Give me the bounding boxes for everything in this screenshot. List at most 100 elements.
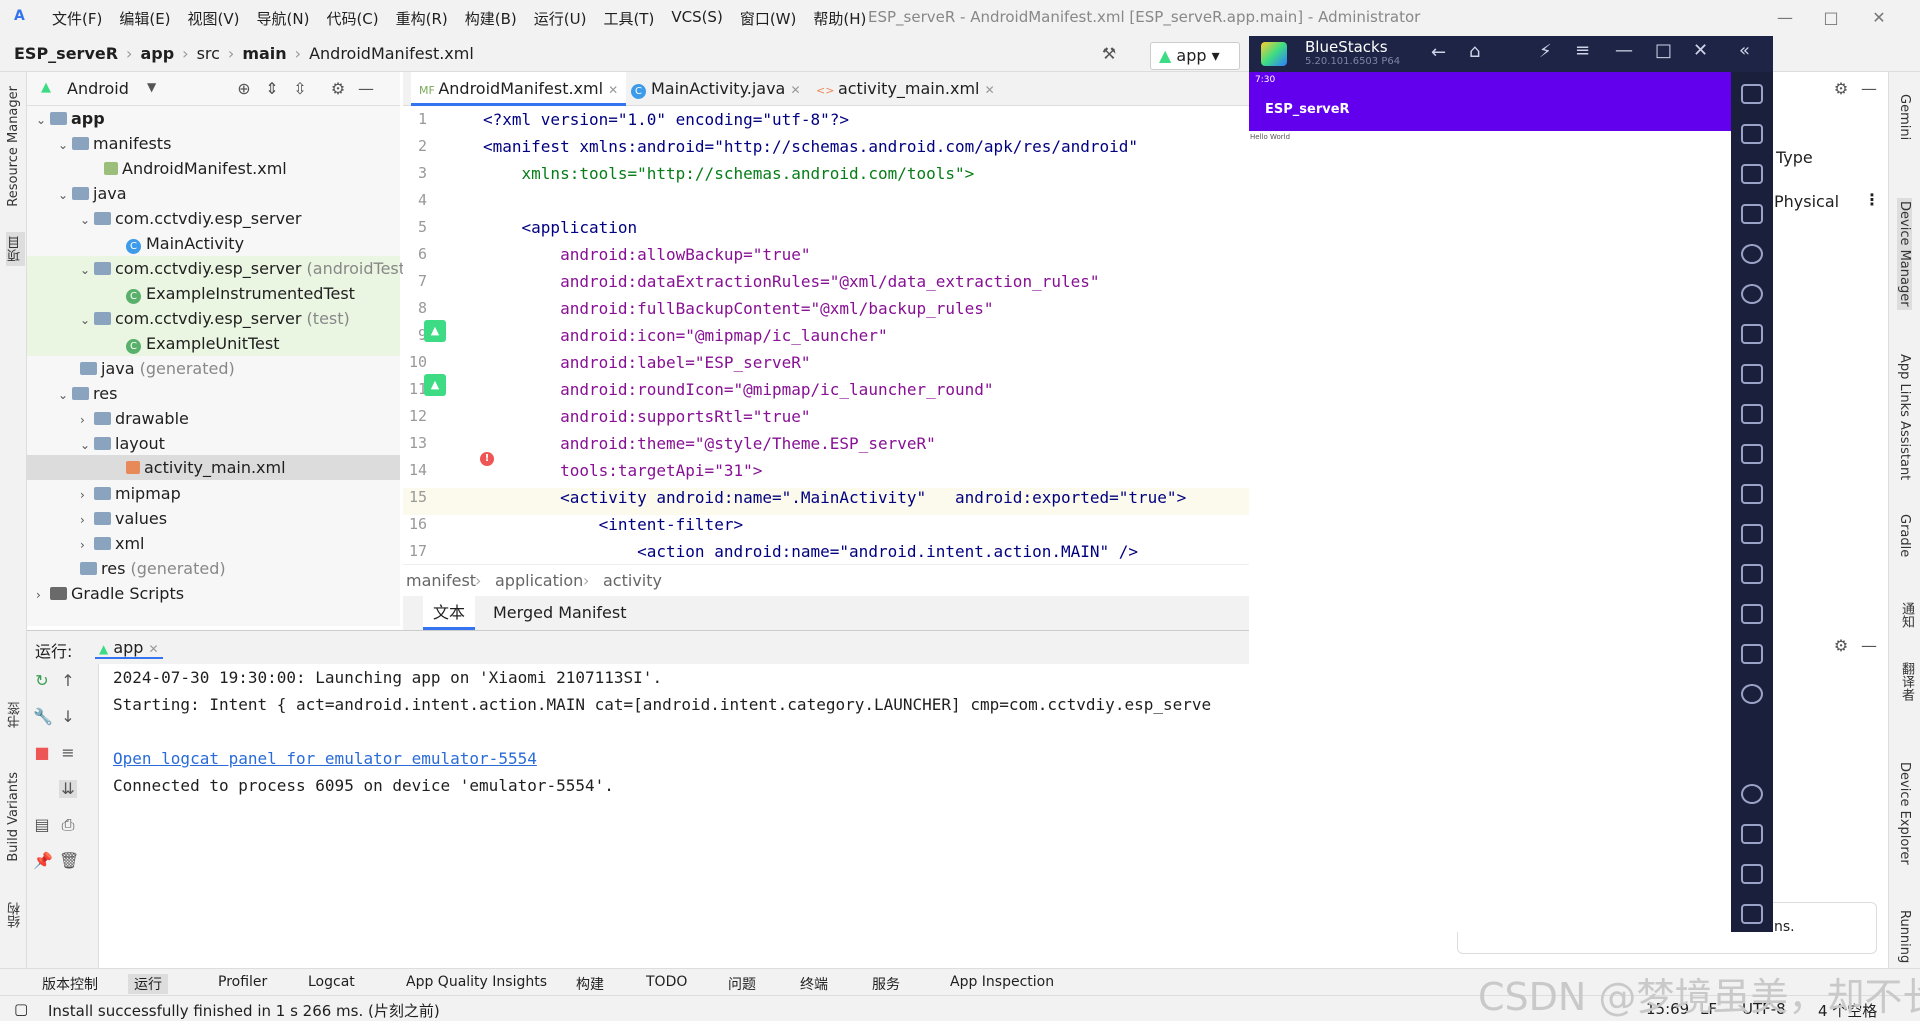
hide-panel-icon[interactable]: — [1860, 637, 1878, 655]
tree-node-package-androidtest[interactable]: ⌄ com.cctvdiy.esp_server (androidTest) [80, 256, 411, 281]
project-tab[interactable]: 项目 [6, 232, 25, 266]
settings-icon[interactable] [1741, 784, 1763, 804]
menu-file[interactable]: 文件(F) [52, 8, 102, 29]
run-tab-app[interactable]: ▲ app ✕ [95, 638, 163, 659]
tree-node-java[interactable]: ⌄ java [58, 181, 127, 206]
rerun-icon[interactable]: ↻ [33, 672, 51, 690]
window-maximize-button[interactable]: □ [1808, 4, 1854, 32]
tree-node-mainactivity[interactable]: C MainActivity [126, 231, 244, 256]
gradle-tab[interactable]: Gradle [1897, 514, 1912, 557]
tool-profiler[interactable]: Profiler [218, 974, 267, 990]
menu-code[interactable]: 代码(C) [326, 8, 378, 29]
eco-mode-icon[interactable]: ⚡ [1539, 41, 1552, 62]
tool-build[interactable]: 构建 [576, 974, 604, 994]
rotate-icon[interactable] [1741, 564, 1763, 584]
tree-node-package[interactable]: ⌄ com.cctvdiy.esp_server [80, 206, 301, 231]
app-links-tab[interactable]: App Links Assistant [1897, 354, 1912, 480]
emulator-screen[interactable] [1249, 72, 1731, 932]
gear-icon[interactable]: ⚙ [329, 80, 347, 98]
tool-todo[interactable]: TODO [646, 974, 687, 990]
device-manager-tab[interactable]: Device Manager [1897, 198, 1912, 310]
chevron-down-icon[interactable]: ▼ [147, 80, 156, 94]
tree-node-mipmap[interactable]: › mipmap [80, 481, 181, 506]
notifications-tab[interactable]: 通知 [1897, 602, 1916, 628]
tree-node-unit-test[interactable]: C ExampleUnitTest [126, 331, 280, 356]
build-variants-tab[interactable]: Build Variants [6, 772, 21, 862]
tree-node-app[interactable]: ⌄ app [36, 106, 105, 131]
expand-all-icon[interactable]: ⇕ [263, 80, 281, 98]
erase-icon[interactable] [1741, 604, 1763, 624]
menu-view[interactable]: 视图(V) [188, 8, 240, 29]
xml-crumb-manifest[interactable]: manifest [406, 571, 476, 590]
sync-icon[interactable] [1741, 284, 1763, 304]
close-icon[interactable]: ✕ [149, 642, 159, 656]
tree-node-layout[interactable]: ⌄ layout [80, 431, 165, 456]
gear-icon[interactable]: ⚙ [1832, 80, 1850, 98]
airplane-icon[interactable] [1741, 524, 1763, 544]
logcat-link[interactable]: Open logcat panel for emulator emulator-… [113, 749, 537, 768]
tool-terminal[interactable]: 终端 [800, 974, 828, 994]
tree-node-xml[interactable]: › xml [80, 531, 145, 556]
breadcrumb-project[interactable]: ESP_serveR [14, 44, 118, 63]
window-close-button[interactable]: ✕ [1856, 4, 1902, 32]
run-config-select[interactable]: ▲ app ▾ [1150, 42, 1240, 70]
tab-text[interactable]: 文本 [423, 596, 476, 630]
collapse-all-icon[interactable]: ⇳ [291, 80, 309, 98]
bookmarks-tab[interactable]: 书签 [6, 702, 25, 728]
tree-node-activity-main[interactable]: activity_main.xml [126, 455, 286, 480]
up-arrow-icon[interactable]: ↑ [59, 672, 77, 690]
gemini-tab[interactable]: Gemini [1897, 94, 1912, 140]
soft-wrap-icon[interactable]: ≡ [59, 744, 77, 762]
pointer-icon[interactable] [1741, 164, 1763, 184]
tool-logcat[interactable]: Logcat [308, 974, 355, 990]
tree-node-package-test[interactable]: ⌄ com.cctvdiy.esp_server (test) [80, 306, 350, 331]
screenshot-icon[interactable] [1741, 404, 1763, 424]
tree-node-java-generated[interactable]: java (generated) [80, 356, 235, 381]
volume-icon[interactable] [1741, 124, 1763, 144]
home-icon[interactable]: ⌂ [1469, 41, 1480, 62]
pin-icon[interactable]: 📌 [33, 852, 53, 870]
menu-help[interactable]: 帮助(H) [813, 8, 866, 29]
collapse-sidebar-icon[interactable]: « [1739, 40, 1750, 61]
close-icon[interactable]: ✕ [985, 83, 995, 97]
recent-apps-icon[interactable] [1741, 904, 1763, 924]
close-icon[interactable]: ✕ [1693, 40, 1708, 61]
minimize-icon[interactable]: — [1615, 40, 1633, 61]
scroll-end-icon[interactable]: ⇊ [59, 780, 77, 798]
assistant-tab[interactable]: 翻译者 [1897, 662, 1916, 701]
menu-window[interactable]: 窗口(W) [740, 8, 797, 29]
tab-androidmanifest[interactable]: MF AndroidManifest.xml ✕ [411, 72, 627, 106]
tool-run[interactable]: 运行 [128, 974, 168, 994]
tree-node-res-generated[interactable]: res (generated) [80, 556, 226, 581]
wrench-icon[interactable]: 🔧 [33, 708, 53, 726]
performance-icon[interactable] [1741, 684, 1763, 704]
resource-manager-tab[interactable]: Resource Manager [6, 86, 21, 207]
status-panel-icon[interactable]: ▢ [14, 1000, 28, 1018]
keyboard-icon[interactable] [1741, 204, 1763, 224]
multi-instance-icon[interactable] [1741, 324, 1763, 344]
menu-edit[interactable]: 编辑(E) [119, 8, 170, 29]
project-view-select[interactable]: Android [67, 79, 129, 98]
tool-app-quality[interactable]: App Quality Insights [406, 974, 547, 990]
xml-crumb-activity[interactable]: activity [603, 571, 662, 590]
breadcrumb-src[interactable]: src [197, 44, 220, 63]
tree-node-gradle-scripts[interactable]: › Gradle Scripts [36, 581, 184, 606]
tool-services[interactable]: 服务 [872, 974, 900, 994]
menu-navigate[interactable]: 导航(N) [257, 8, 310, 29]
gear-icon[interactable]: ⚙ [1832, 637, 1850, 655]
tool-problems[interactable]: 问题 [728, 974, 756, 994]
back-icon[interactable] [1741, 824, 1763, 844]
tree-node-values[interactable]: › values [80, 506, 167, 531]
hide-panel-icon[interactable]: — [357, 80, 375, 98]
back-icon[interactable]: ← [1431, 42, 1446, 63]
hammer-icon[interactable]: ⚒ [1100, 45, 1118, 63]
menu-icon[interactable]: ≡ [1575, 40, 1590, 61]
apk-icon[interactable] [1741, 364, 1763, 384]
locate-icon[interactable]: ⊕ [235, 80, 253, 98]
menu-run[interactable]: 运行(U) [534, 8, 587, 29]
layers-icon[interactable] [1741, 644, 1763, 664]
tree-node-res[interactable]: ⌄ res [58, 381, 117, 406]
tree-node-androidmanifest[interactable]: AndroidManifest.xml [104, 156, 287, 181]
fullscreen-icon[interactable] [1741, 84, 1763, 104]
tree-node-instrumented-test[interactable]: C ExampleInstrumentedTest [126, 281, 355, 306]
